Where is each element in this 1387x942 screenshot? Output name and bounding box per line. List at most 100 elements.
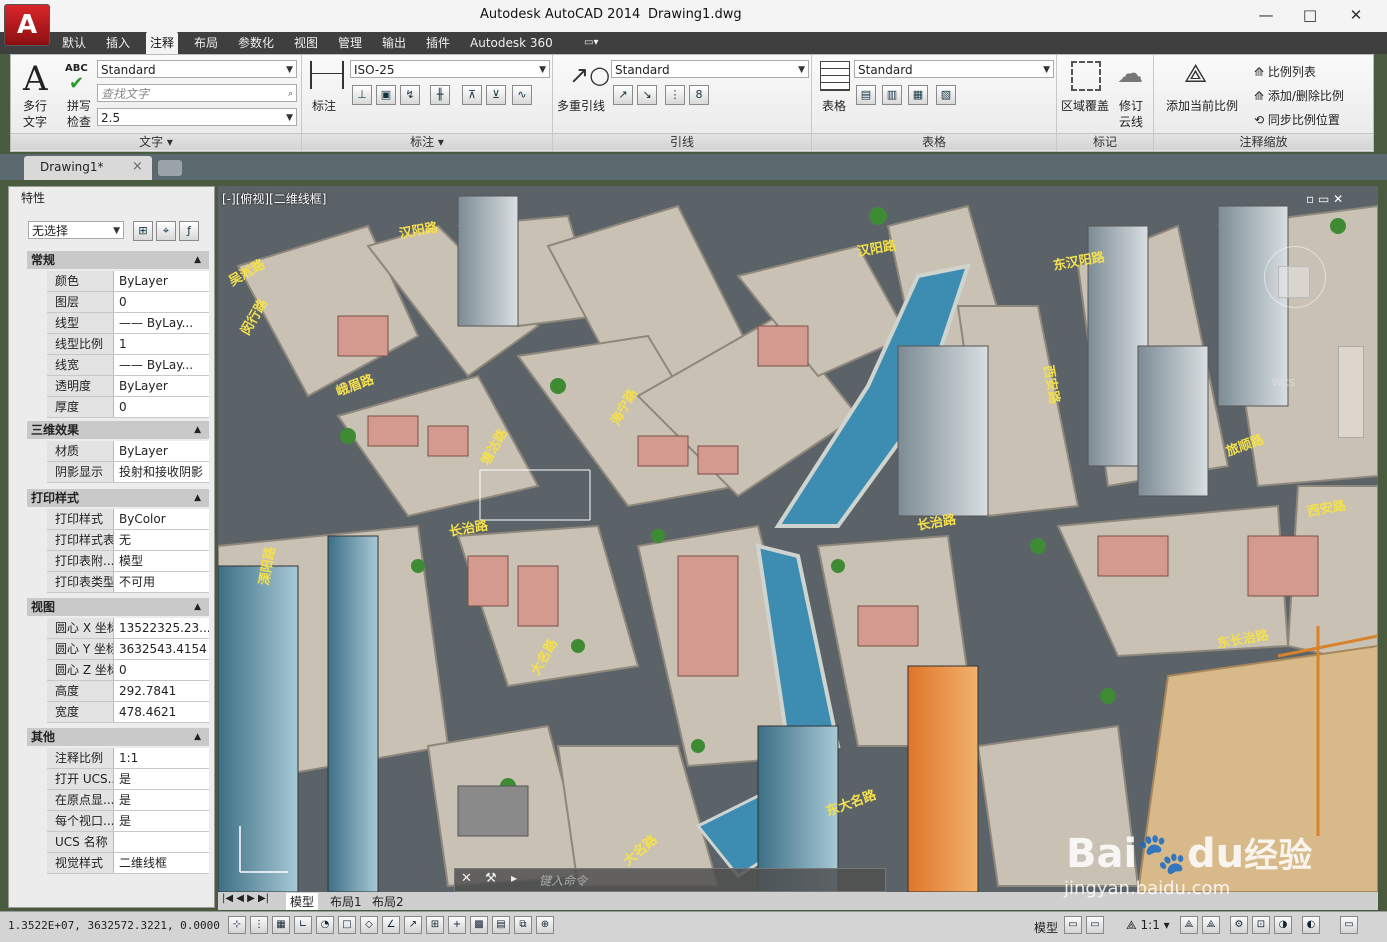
property-row[interactable]: 厚度 0 [47, 397, 209, 418]
collapse-caret-icon[interactable]: ▲ [194, 598, 201, 616]
dim-space-icon[interactable]: ⊼ [462, 85, 482, 105]
leader-panel-title[interactable]: 引线 [553, 133, 811, 150]
collapse-caret-icon[interactable]: ▲ [194, 489, 201, 507]
close-command-line-icon[interactable]: ✕ [461, 871, 472, 886]
property-value[interactable]: 无 [115, 530, 209, 550]
collect-leader-icon[interactable]: 8 [689, 85, 709, 105]
property-section-header[interactable]: 视图 ▲ [27, 598, 209, 616]
workspace-gear-icon[interactable]: ⚙ [1230, 916, 1248, 934]
property-row[interactable]: 打开 UCS... 是 [47, 769, 209, 790]
property-row[interactable]: 材质 ByLayer [47, 441, 209, 462]
multiline-text-icon[interactable]: A [23, 59, 48, 99]
property-section-header[interactable]: 其他 ▲ [27, 728, 209, 746]
property-row[interactable]: 宽度 478.4621 [47, 702, 209, 723]
property-value[interactable]: 13522325.23... [115, 618, 209, 638]
property-row[interactable]: 线型比例 1 [47, 334, 209, 355]
polar-tracking-icon[interactable]: ◔ [316, 916, 334, 934]
scale-list-button[interactable]: ⟰ 比例列表 [1254, 63, 1316, 80]
layout-tab-model[interactable]: 模型 [286, 893, 319, 910]
tab-manage[interactable]: 管理 [334, 32, 366, 54]
property-value[interactable]: 478.4621 [115, 702, 209, 722]
restore-button[interactable]: □ [1290, 4, 1330, 26]
quick-view-drawings-icon[interactable]: ▭ [1086, 916, 1104, 934]
property-row[interactable]: 圆心 X 坐标 13522325.23... [47, 618, 209, 639]
quick-view-layouts-icon[interactable]: ▭ [1064, 916, 1082, 934]
application-menu-button[interactable]: A [4, 4, 50, 46]
property-value[interactable]: ByLayer [115, 271, 209, 291]
wipeout-label[interactable]: 区域覆盖 [1061, 97, 1109, 114]
check-icon[interactable]: ✔ [69, 73, 84, 94]
download-data-icon[interactable]: ▦ [908, 85, 928, 105]
property-row[interactable]: 在原点显... 是 [47, 790, 209, 811]
property-row[interactable]: 每个视口... 是 [47, 811, 209, 832]
property-row[interactable]: UCS 名称 [47, 832, 209, 853]
find-text-input[interactable]: 查找文字 ⌕ [97, 84, 297, 102]
tab-layout[interactable]: 布局 [190, 32, 222, 54]
tab-plugins[interactable]: 插件 [422, 32, 454, 54]
quick-properties-icon[interactable]: ▤ [492, 916, 510, 934]
property-value[interactable]: 是 [115, 811, 209, 831]
close-button[interactable]: ✕ [1336, 4, 1376, 26]
tab-parametric[interactable]: 参数化 [234, 32, 278, 54]
property-section-header[interactable]: 常规 ▲ [27, 251, 209, 269]
coordinate-readout[interactable]: 1.3522E+07, 3632572.3221, 0.0000 [8, 919, 220, 932]
property-row[interactable]: 线宽 —— ByLay... [47, 355, 209, 376]
collapse-caret-icon[interactable]: ▲ [194, 728, 201, 746]
property-value[interactable]: 模型 [115, 551, 209, 571]
property-row[interactable]: 线型 —— ByLay... [47, 313, 209, 334]
command-input-placeholder[interactable]: 键入命令 [539, 872, 587, 889]
tab-view[interactable]: 视图 [290, 32, 322, 54]
property-value[interactable]: 0 [115, 397, 209, 417]
selection-cycling-icon[interactable]: ⧉ [514, 916, 532, 934]
property-row[interactable]: 注释比例 1:1 [47, 748, 209, 769]
property-value[interactable]: 0 [115, 660, 209, 680]
lineweight-icon[interactable]: + [448, 916, 466, 934]
ortho-mode-icon[interactable]: ∟ [294, 916, 312, 934]
text-height-dropdown[interactable]: 2.5 ▼ [97, 108, 297, 126]
add-current-scale-label[interactable]: 添加当前比例 [1166, 97, 1238, 114]
property-value[interactable] [115, 832, 209, 852]
annotation-monitor-icon[interactable]: ⊕ [536, 916, 554, 934]
property-row[interactable]: 高度 292.7841 [47, 681, 209, 702]
dim-style-dropdown[interactable]: ISO-25 ▼ [350, 60, 550, 78]
viewport-controls-label[interactable]: [-][俯视][二维线框] [222, 190, 326, 207]
tab-default[interactable]: 默认 [58, 32, 90, 54]
multileader-label[interactable]: 多重引线 [557, 97, 605, 114]
spellcheck-label-2[interactable]: 检查 [67, 113, 91, 130]
sync-scale-button[interactable]: ⟲ 同步比例位置 [1254, 111, 1340, 128]
property-value[interactable]: 1:1 [115, 748, 209, 768]
viewcube-face[interactable] [1278, 266, 1310, 298]
property-section-header[interactable]: 打印样式 ▲ [27, 489, 209, 507]
property-value[interactable]: 3632543.4154 [115, 639, 209, 659]
property-value[interactable]: —— ByLay... [115, 355, 209, 375]
property-row[interactable]: 打印表附... 模型 [47, 551, 209, 572]
text-panel-title[interactable]: 文字 ▾ [11, 133, 301, 150]
grid-display-icon[interactable]: ▦ [272, 916, 290, 934]
transparency-icon[interactable]: ▩ [470, 916, 488, 934]
text-style-dropdown[interactable]: Standard ▼ [97, 60, 297, 78]
dynamic-ucs-icon[interactable]: ↗ [404, 916, 422, 934]
hardware-acceleration-icon[interactable]: ◑ [1274, 916, 1292, 934]
property-value[interactable]: 0 [115, 292, 209, 312]
property-value[interactable]: 292.7841 [115, 681, 209, 701]
dimension-label[interactable]: 标注 [312, 97, 336, 114]
3d-object-snap-icon[interactable]: ◇ [360, 916, 378, 934]
dim-update-icon[interactable]: ↯ [400, 85, 420, 105]
property-value[interactable]: 二维线框 [115, 853, 209, 873]
snap-mode-icon[interactable]: ⋮ [250, 916, 268, 934]
add-current-scale-icon[interactable]: ⟁ [1184, 59, 1207, 90]
property-row[interactable]: 颜色 ByLayer [47, 271, 209, 292]
revcloud-label-1[interactable]: 修订 [1119, 97, 1143, 114]
multileader-icon[interactable]: ↗○ [569, 61, 610, 89]
tab-autodesk-360[interactable]: Autodesk 360 [466, 32, 557, 54]
property-row[interactable]: 圆心 Z 坐标 0 [47, 660, 209, 681]
document-tab[interactable]: Drawing1* × [24, 156, 152, 180]
property-row[interactable]: 阴影显示 投射和接收阴影 [47, 462, 209, 483]
property-row[interactable]: 打印样式表无 [47, 530, 209, 551]
markup-panel-title[interactable]: 标记 [1057, 133, 1153, 150]
dimension-panel-title[interactable]: 标注 ▾ [302, 133, 552, 150]
property-value[interactable]: 不可用 [115, 572, 209, 592]
upload-data-icon[interactable]: ▧ [936, 85, 956, 105]
object-snap-tracking-icon[interactable]: ∠ [382, 916, 400, 934]
property-row[interactable]: 图层 0 [47, 292, 209, 313]
